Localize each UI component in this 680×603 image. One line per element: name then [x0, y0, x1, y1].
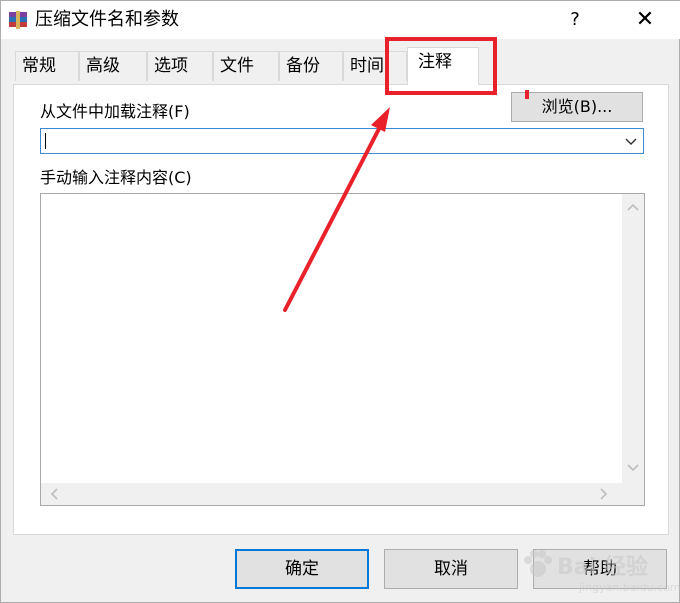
tab-backup[interactable]: 备份 [279, 51, 343, 81]
scroll-down-icon[interactable] [625, 459, 641, 475]
manual-comment-label: 手动输入注释内容(C) [40, 168, 192, 187]
scrollbar-corner [622, 483, 644, 505]
watermark-url: jingyan.baidu.com [579, 581, 680, 594]
browse-button[interactable]: 浏览(B)... [511, 92, 643, 122]
watermark-text: Bai 经验 [557, 555, 648, 580]
cancel-button[interactable]: 取消 [384, 549, 518, 589]
title-bar: 压缩文件名和参数 ? ✕ [1, 1, 680, 39]
text-caret [45, 133, 46, 149]
comment-textarea[interactable] [40, 193, 645, 506]
paw-logo-icon [524, 550, 552, 577]
tab-advanced[interactable]: 高级 [79, 51, 147, 81]
dialog-window: 压缩文件名和参数 ? ✕ 常规 高级 选项 文件 备份 时间 注释 从文件中加载… [0, 0, 680, 603]
winrar-app-icon [9, 11, 27, 29]
horizontal-scrollbar[interactable] [41, 483, 623, 505]
load-comment-label: 从文件中加载注释(F) [40, 102, 190, 121]
scroll-up-icon[interactable] [625, 200, 641, 216]
chevron-down-icon[interactable] [623, 132, 639, 150]
scroll-left-icon[interactable] [47, 486, 63, 502]
ok-button[interactable]: 确定 [235, 549, 369, 589]
annotation-highlight-box [385, 37, 497, 95]
tab-files[interactable]: 文件 [213, 51, 279, 81]
window-title: 压缩文件名和参数 [35, 9, 179, 30]
help-title-button[interactable]: ? [557, 5, 593, 35]
tab-general[interactable]: 常规 [15, 51, 79, 81]
tab-strip: 常规 高级 选项 文件 备份 时间 注释 [1, 39, 680, 85]
tab-options[interactable]: 选项 [147, 51, 213, 81]
comment-file-combobox[interactable] [40, 128, 644, 154]
vertical-scrollbar[interactable] [622, 194, 644, 483]
scroll-right-icon[interactable] [595, 486, 611, 502]
close-button[interactable]: ✕ [623, 5, 667, 35]
baidu-watermark: Bai 经验 jingyan.baidu.com [519, 547, 680, 601]
